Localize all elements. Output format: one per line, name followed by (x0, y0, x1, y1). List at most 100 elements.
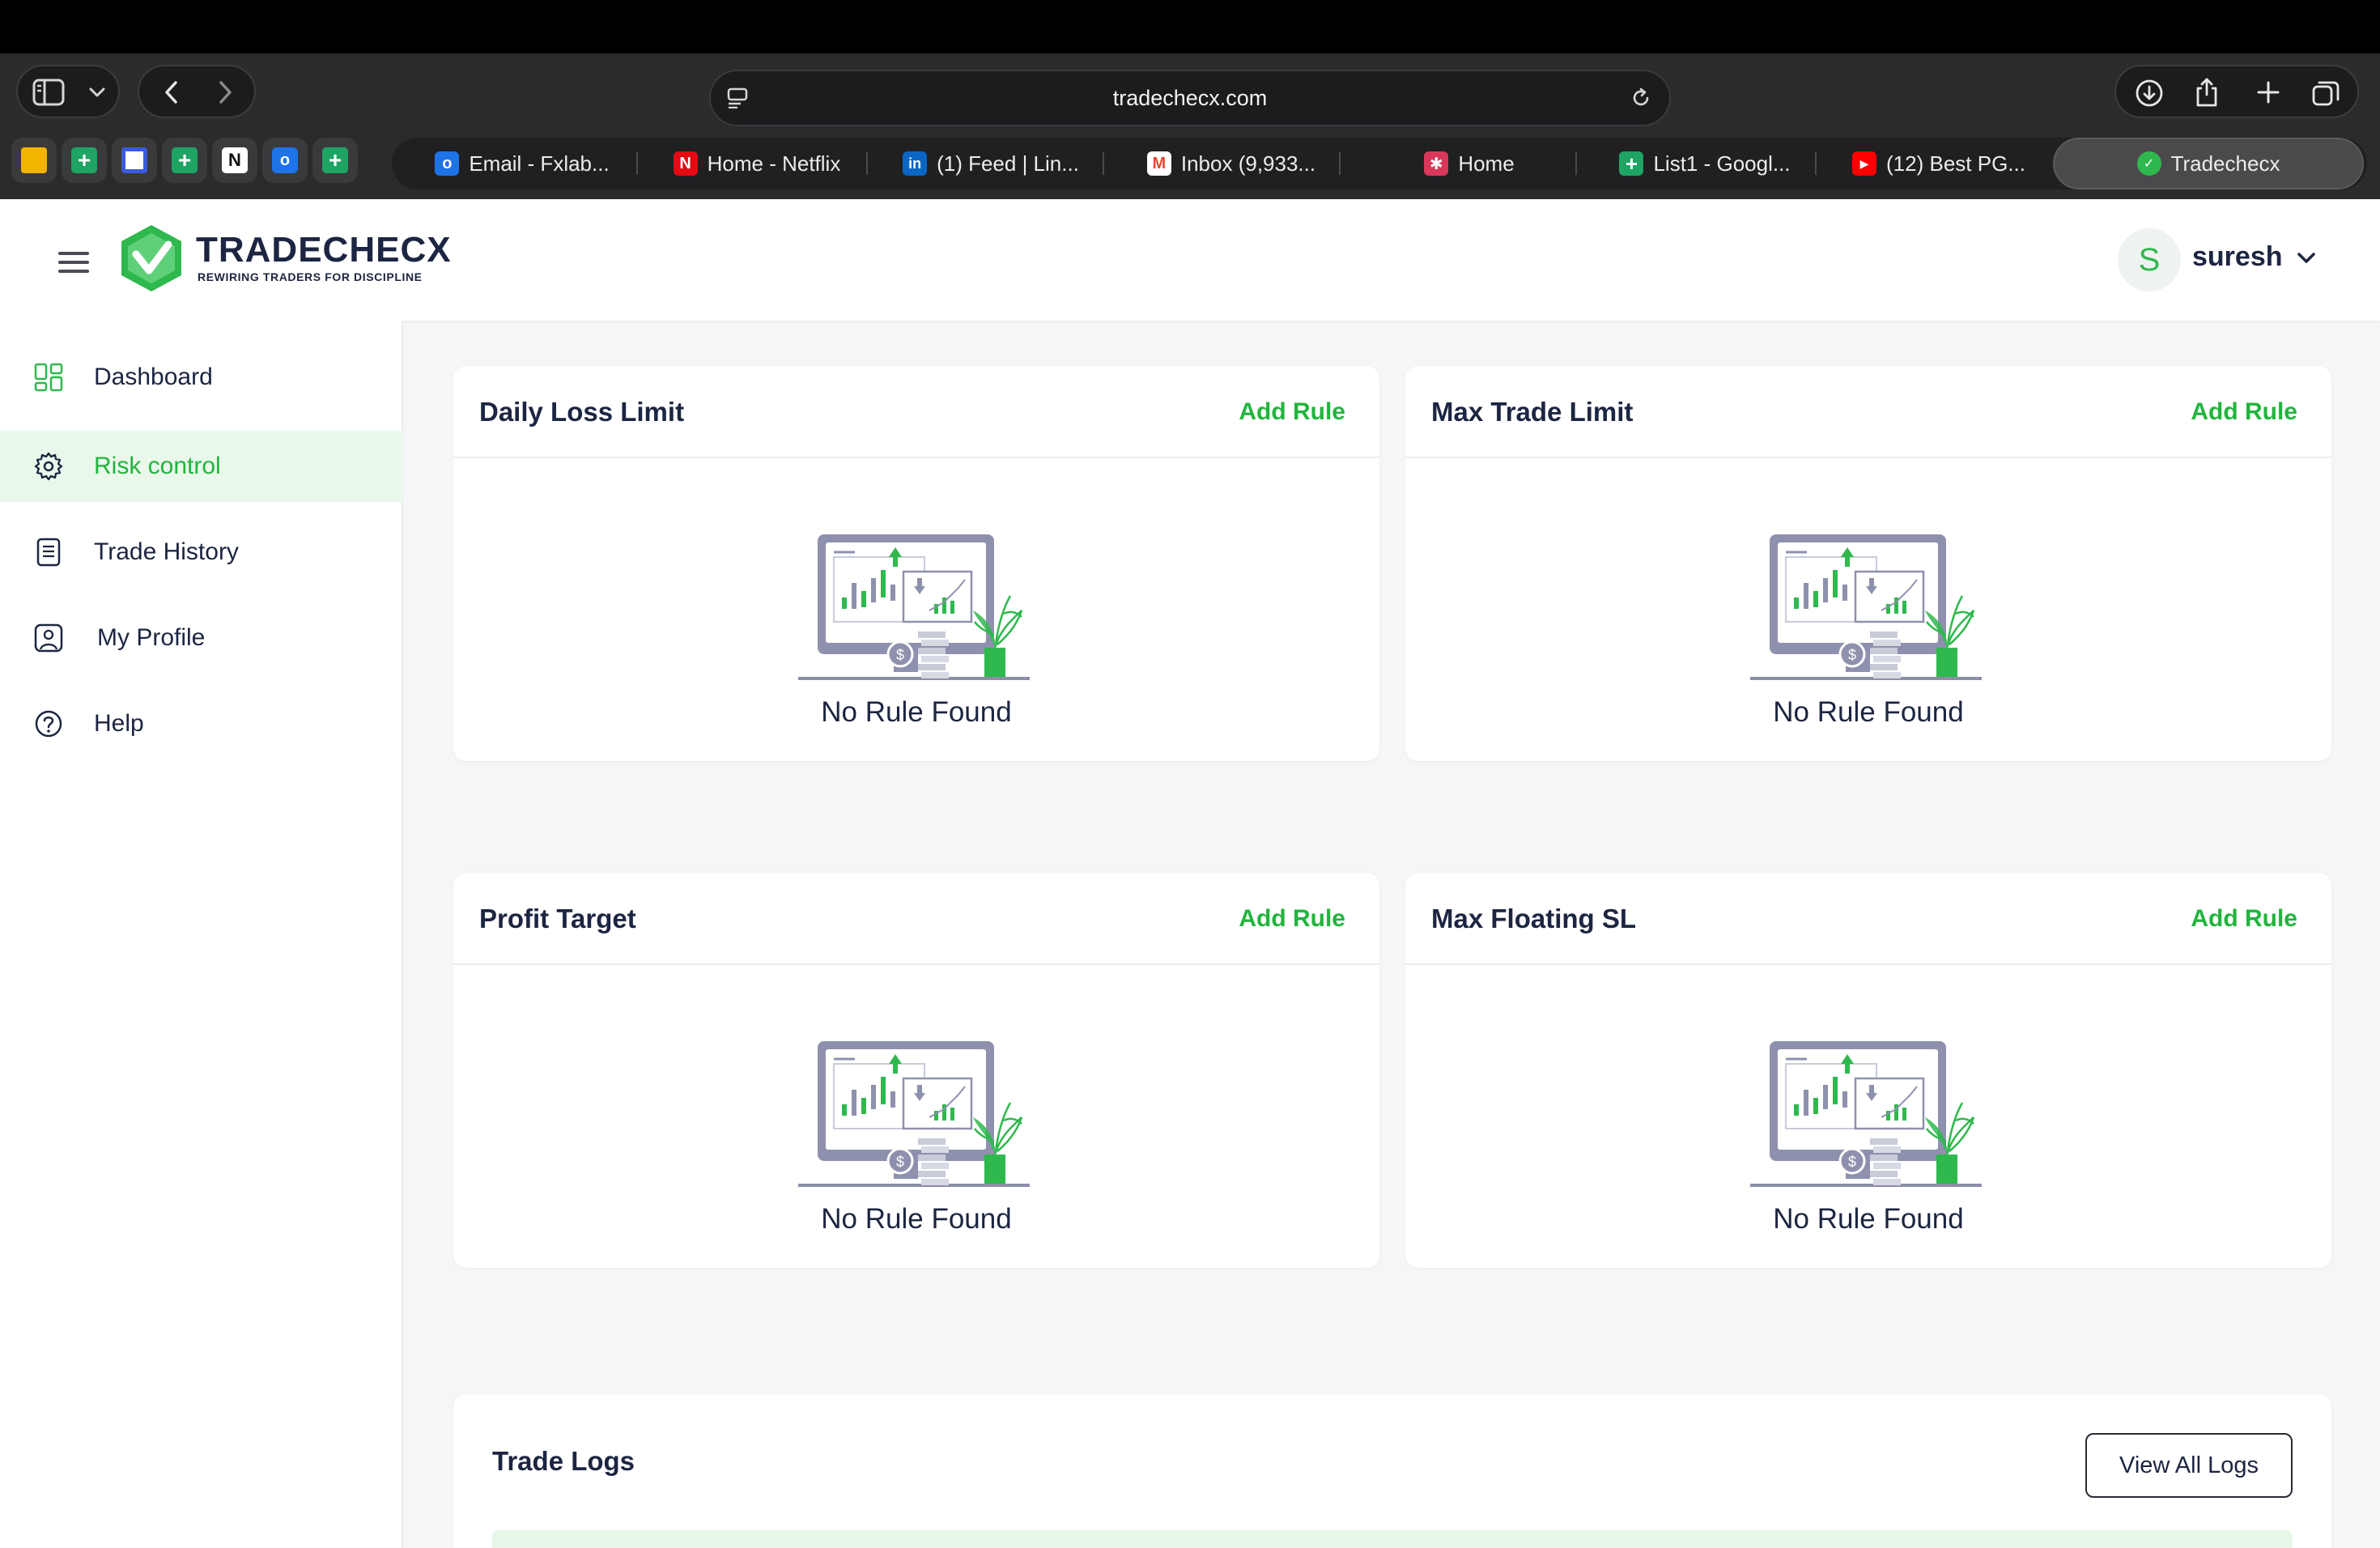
browser-chrome: tradechecx.com + + N o + o Email - Fxlab… (0, 53, 2380, 199)
add-rule-button[interactable]: Add Rule (1239, 366, 1345, 458)
main-content: Daily Loss Limit Add Rule No Rule Found … (405, 321, 2380, 1548)
tab-label: Email - Fxlab... (469, 151, 610, 176)
avatar[interactable]: S (2118, 228, 2181, 291)
tab-label: (1) Feed | Lin... (937, 151, 1079, 176)
toolbar-right-group (2114, 65, 2359, 118)
document-icon (36, 538, 61, 567)
brand-name: TRADECHECX (196, 230, 452, 270)
chevron-down-icon (86, 81, 108, 104)
tab-label: (12) Best PG... (1886, 151, 2025, 176)
card-max-floating-sl: Max Floating SL Add Rule No Rule Found (1405, 873, 2331, 1268)
tab-separator (1103, 152, 1104, 175)
help-icon (35, 710, 62, 738)
sheets-icon: + (172, 147, 198, 173)
tab-gmail[interactable]: M Inbox (9,933... (1122, 138, 1341, 189)
brand-tagline: REWIRING TRADERS FOR DISCIPLINE (198, 270, 423, 283)
empty-state-illustration (1750, 533, 1982, 680)
outlook-icon: o (435, 151, 460, 176)
profile-icon (34, 623, 63, 653)
app-icon (121, 147, 147, 173)
empty-state-text: No Rule Found (1773, 696, 1964, 728)
sidebar-item-trade-history[interactable]: Trade History (0, 517, 403, 588)
sidebar-item-label: Trade History (94, 538, 239, 565)
view-all-logs-button[interactable]: View All Logs (2085, 1433, 2293, 1498)
favorite-7[interactable]: + (312, 138, 358, 183)
card-title: Max Trade Limit (1431, 397, 1634, 427)
add-rule-button[interactable]: Add Rule (2191, 873, 2297, 965)
card-title: Daily Loss Limit (479, 397, 685, 427)
youtube-icon: ▶ (1852, 151, 1877, 176)
tradechecx-icon: ✓ (2136, 151, 2161, 176)
tab-linkedin[interactable]: in (1) Feed | Lin... (886, 138, 1096, 189)
empty-state-text: No Rule Found (1773, 1203, 1964, 1235)
empty-state-illustration (798, 533, 1030, 680)
netflix-icon: N (673, 151, 698, 176)
tab-label: Home (1458, 151, 1515, 176)
empty-state-text: No Rule Found (821, 696, 1012, 728)
tab-netflix[interactable]: N Home - Netflix (656, 138, 858, 189)
tab-tradechecx[interactable]: ✓ Tradechecx (2053, 138, 2364, 189)
tab-label: List1 - Googl... (1653, 151, 1791, 176)
sidebar-item-label: My Profile (97, 624, 206, 651)
sidebar-item-label: Risk control (94, 453, 221, 479)
card-header: Max Floating SL Add Rule (1405, 873, 2331, 965)
forward-icon[interactable] (210, 78, 240, 107)
card-header: Profit Target Add Rule (453, 873, 1379, 965)
tab-label: Inbox (9,933... (1180, 151, 1316, 176)
tab-separator (1339, 152, 1341, 175)
tab-separator (866, 152, 868, 175)
tradechecx-logo-icon (121, 225, 181, 291)
reload-icon[interactable] (1627, 84, 1655, 112)
favorite-4[interactable]: + (162, 138, 207, 183)
app-icon: ✱ (1424, 151, 1449, 176)
menu-icon[interactable] (58, 252, 89, 273)
sidebar-item-help[interactable]: Help (0, 688, 403, 759)
add-rule-button[interactable]: Add Rule (2191, 366, 2297, 458)
tab-separator (1575, 152, 1577, 175)
chevron-down-icon[interactable] (2296, 251, 2317, 270)
card-profit-target: Profit Target Add Rule No Rule Found (453, 873, 1379, 1268)
sheets-icon: + (322, 147, 348, 173)
share-icon[interactable] (2192, 76, 2221, 108)
favorite-6[interactable]: o (262, 138, 308, 183)
linkedin-icon: in (903, 151, 928, 176)
favorite-3[interactable] (112, 138, 157, 183)
downloads-icon[interactable] (2134, 78, 2165, 108)
app-header: TRADECHECX REWIRING TRADERS FOR DISCIPLI… (0, 199, 2380, 321)
tab-email[interactable]: o Email - Fxlab... (421, 138, 623, 189)
favorite-5[interactable]: N (212, 138, 257, 183)
sidebar-item-my-profile[interactable]: My Profile (0, 602, 403, 674)
empty-state-illustration (798, 1040, 1030, 1187)
card-header: Daily Loss Limit Add Rule (453, 366, 1379, 458)
sidebar-item-risk-control[interactable]: Risk control (0, 431, 403, 502)
address-bar[interactable]: tradechecx.com (709, 70, 1671, 126)
card-title: Max Floating SL (1431, 904, 1637, 933)
empty-state-text: No Rule Found (821, 1203, 1012, 1235)
add-rule-button[interactable]: Add Rule (1239, 873, 1345, 965)
sidebar-icon (32, 78, 65, 107)
gmail-icon: M (1146, 151, 1171, 176)
dashboard-icon (34, 363, 63, 392)
sidebar-toggle-button[interactable] (16, 65, 120, 118)
tab-sheets[interactable]: + List1 - Googl... (1592, 138, 1818, 189)
app-icon (21, 147, 47, 173)
card-daily-loss-limit: Daily Loss Limit Add Rule No Rule Found (453, 366, 1379, 761)
tab-home[interactable]: ✱ Home (1360, 138, 1579, 189)
new-tab-icon[interactable] (2254, 78, 2283, 107)
tab-overview-icon[interactable] (2310, 78, 2341, 108)
sidebar-item-dashboard[interactable]: Dashboard (0, 342, 403, 413)
sidebar-item-label: Help (94, 710, 144, 737)
username[interactable]: suresh (2192, 241, 2283, 273)
sheets-icon: + (71, 147, 97, 173)
tab-youtube[interactable]: ▶ (12) Best PG... (1830, 138, 2048, 189)
url-text: tradechecx.com (1112, 86, 1268, 110)
favorite-1[interactable] (11, 138, 57, 183)
tab-separator (636, 152, 638, 175)
gear-icon (34, 452, 63, 481)
card-max-trade-limit: Max Trade Limit Add Rule No Rule Found (1405, 366, 2331, 761)
back-icon[interactable] (157, 78, 186, 107)
favorite-2[interactable]: + (62, 138, 107, 183)
nav-buttons-group (138, 65, 256, 118)
sheets-icon: + (1619, 151, 1644, 176)
favorites-bar: + + N o + (11, 138, 358, 186)
